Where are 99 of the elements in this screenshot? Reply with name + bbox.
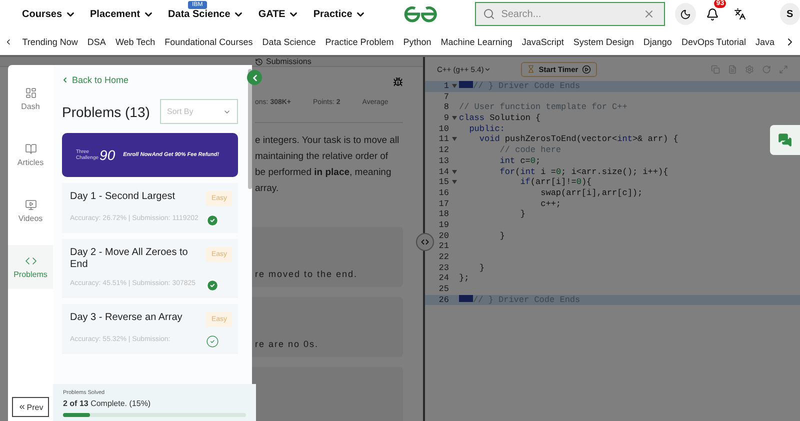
- fold-marker[interactable]: [459, 81, 473, 88]
- line-number: 7: [442, 92, 450, 102]
- sidebar-item-icon: [24, 143, 36, 155]
- nav-menu[interactable]: Courses: [22, 8, 76, 20]
- avatar[interactable]: S: [780, 3, 800, 25]
- topic-link[interactable]: Java: [755, 36, 774, 46]
- line-number: 12: [438, 145, 450, 156]
- code-line: }: [519, 209, 526, 220]
- line-number: 1: [425, 81, 459, 92]
- translate-icon: [734, 8, 746, 20]
- clear-icon[interactable]: [643, 8, 656, 20]
- play-icon: [582, 64, 592, 74]
- example-text: re moved to the end.: [255, 269, 358, 279]
- line-number: 21: [438, 241, 450, 252]
- code-line: swap(arr[i],arr[c]);: [540, 188, 643, 199]
- prev-button[interactable]: Prev: [12, 397, 49, 417]
- search-icon: [483, 8, 496, 20]
- fold-arrow-icon[interactable]: [452, 170, 457, 174]
- topic-link[interactable]: Foundational Courses: [164, 36, 253, 46]
- line-number: 10: [438, 124, 450, 134]
- line-number: 18: [438, 209, 450, 220]
- problem-description: e integers. Your task is to move all maintaining the relative order of be performed in place, meaning array.: [255, 134, 400, 196]
- problem-title: Day 1 - Second Largest: [70, 191, 176, 204]
- fold-arrow-icon[interactable]: [452, 116, 457, 120]
- topic-link[interactable]: System Design: [573, 36, 634, 46]
- line-number: 11: [425, 134, 459, 146]
- line-number: 8: [442, 102, 450, 114]
- sidebar-item-icon: [24, 87, 36, 99]
- code-line: };: [459, 273, 470, 284]
- search-field[interactable]: Search...: [475, 2, 666, 26]
- topic-link[interactable]: Web Tech: [115, 36, 156, 46]
- fold-arrow-icon[interactable]: [452, 84, 457, 88]
- topic-link[interactable]: Machine Learning: [440, 36, 512, 46]
- caret-icon: [484, 66, 491, 72]
- fold-arrow-icon[interactable]: [452, 180, 457, 184]
- line-number: 9: [425, 113, 459, 124]
- nav-menu[interactable]: Data Science: [168, 8, 244, 20]
- line-number: 14: [425, 166, 459, 178]
- double-chevron-icon: [18, 403, 26, 411]
- code-line: public:: [468, 124, 505, 134]
- line-number: 15: [425, 177, 459, 188]
- line-number: 25: [438, 284, 450, 295]
- problem-title: Day 3 - Reverse an Array: [70, 312, 184, 325]
- sidebar-item[interactable]: Articles: [8, 133, 53, 177]
- line-number: 22: [438, 252, 450, 263]
- topic-link[interactable]: JavaScript: [522, 36, 564, 46]
- code-line: for(int i =0; i<arr.size(); i++){: [498, 166, 668, 178]
- topic-link[interactable]: Practice Problem: [325, 36, 394, 46]
- line-number: 19: [438, 220, 450, 231]
- bell-icon: [706, 8, 720, 20]
- code-line: // code here: [498, 145, 562, 156]
- chat-button[interactable]: [770, 125, 800, 155]
- history-icon: [255, 58, 263, 66]
- fold-marker[interactable]: [459, 294, 473, 302]
- code-line: }: [498, 230, 505, 242]
- bug-icon[interactable]: [393, 77, 403, 87]
- sidebar-item[interactable]: Dash: [8, 77, 53, 121]
- code-line: if(arr[i]!=0){: [519, 177, 592, 188]
- progress-text: 2 of 13 Complete. (15%): [63, 399, 152, 408]
- topic-link[interactable]: DSA: [87, 36, 106, 46]
- nav-menu[interactable]: Placement: [90, 8, 154, 20]
- sidebar-item[interactable]: Videos: [8, 189, 53, 233]
- moon-icon: [680, 8, 691, 20]
- topic-link[interactable]: Data Science: [262, 36, 316, 46]
- scrollbar[interactable]: [248, 69, 252, 189]
- code-line: // User function template for C++: [459, 102, 628, 114]
- topic-link[interactable]: Django: [643, 36, 672, 46]
- line-number: 23: [438, 262, 450, 274]
- submissions-tab[interactable]: Submissions: [255, 57, 312, 66]
- code-line: class Solution {: [459, 113, 541, 124]
- example-text: re are no 0s.: [255, 339, 319, 349]
- sidebar-item-icon: [24, 199, 36, 211]
- problems-title: Problems (13): [62, 104, 150, 120]
- chat-icon: [778, 133, 792, 147]
- topic-link[interactable]: Trending Now: [22, 36, 78, 46]
- nav-menu[interactable]: Practice: [313, 8, 366, 20]
- code-line: }: [478, 262, 485, 274]
- line-number: 13: [438, 156, 450, 166]
- hourglass-icon: [526, 65, 535, 73]
- line-number: 17: [438, 198, 450, 210]
- line-number: 16: [438, 188, 450, 199]
- back-link[interactable]: Back to Home: [53, 65, 129, 93]
- topic-link[interactable]: DevOps Tutorial: [681, 36, 746, 46]
- nav-menu[interactable]: GATE: [258, 8, 300, 20]
- resize-icon: [420, 237, 430, 247]
- sidebar-item-icon: [24, 255, 36, 267]
- line-number: 20: [438, 230, 450, 242]
- sidebar-item[interactable]: Problems: [8, 245, 53, 289]
- line-number: 24: [438, 273, 450, 284]
- logo[interactable]: [402, 4, 440, 24]
- chevron-left-icon: [61, 76, 69, 84]
- code-line: c++;: [540, 198, 562, 210]
- dark-mode-button[interactable]: [675, 3, 696, 25]
- problem-title: Day 2 - Move All Zeroes to End: [70, 247, 189, 271]
- line-number: 26: [438, 294, 450, 306]
- code-line: void pushZerosToEnd(vector<int>& arr) {: [478, 134, 678, 146]
- fold-arrow-icon[interactable]: [452, 137, 457, 142]
- topic-link[interactable]: Python: [403, 36, 432, 46]
- code-line: int c=0;: [498, 156, 541, 166]
